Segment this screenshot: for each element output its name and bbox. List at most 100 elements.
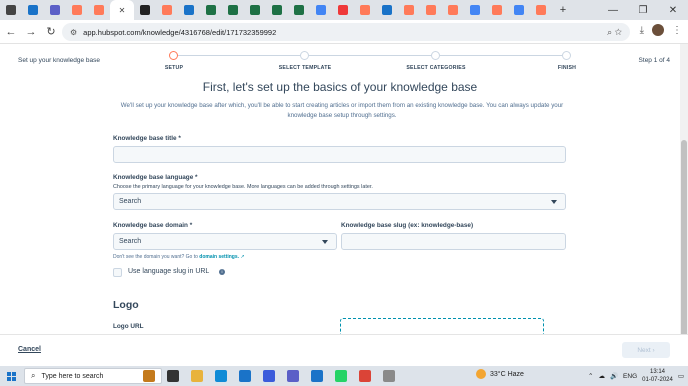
app-icon[interactable] (383, 370, 395, 382)
browser-tab[interactable] (88, 0, 110, 20)
close-icon[interactable]: ✕ (119, 6, 126, 15)
excel-icon (250, 5, 260, 15)
briefcase-icon[interactable] (143, 370, 155, 382)
step-connector (440, 55, 562, 56)
forward-icon[interactable]: → (22, 26, 40, 38)
browser-tab[interactable] (222, 0, 244, 20)
browser-tab[interactable] (244, 0, 266, 20)
system-tray: ⌃ ☁ 🔊 ENG 13:14 01-07-2024 ▭ (588, 366, 684, 386)
clock[interactable]: 13:14 01-07-2024 (642, 368, 673, 384)
browser-tab[interactable] (22, 0, 44, 20)
download-icon[interactable]: ⤓ (640, 25, 644, 36)
info-icon[interactable]: i (219, 269, 225, 275)
browser-tab[interactable] (134, 0, 156, 20)
network-icon[interactable]: ☁ (598, 372, 605, 380)
hubspot-icon (536, 5, 546, 15)
language-slug-checkbox[interactable] (113, 268, 122, 277)
url-text: app.hubspot.com/knowledge/4316768/edit/1… (83, 27, 277, 37)
page-scrollbar[interactable] (680, 44, 688, 370)
slug-field[interactable] (341, 233, 566, 250)
back-icon[interactable]: ← (2, 26, 20, 38)
weather-icon (476, 369, 486, 379)
zoom-icon[interactable]: ⌕ ☆ (607, 27, 622, 38)
clock-date: 01-07-2024 (642, 377, 673, 383)
browser-tab[interactable]: ✕ (110, 0, 134, 20)
domain-help-text: Don't see the domain you want? Go to (113, 254, 198, 260)
external-link-icon: ↗ (240, 254, 245, 260)
app-icon[interactable] (263, 370, 275, 382)
step-indicator-setup (169, 51, 178, 60)
site-info-icon[interactable]: ⚙ (70, 28, 77, 37)
language-select[interactable]: Search (113, 193, 566, 210)
teams-icon[interactable] (287, 370, 299, 382)
browser-tab[interactable] (66, 0, 88, 20)
address-bar[interactable]: ⚙ app.hubspot.com/knowledge/4316768/edit… (62, 23, 630, 41)
language-label: Knowledge base language * (113, 174, 198, 181)
start-button[interactable] (0, 366, 22, 386)
clock-time: 13:14 (649, 369, 665, 375)
teams-icon (50, 5, 60, 15)
new-tab-button[interactable]: + (552, 0, 574, 20)
maximize-button[interactable]: ❐ (628, 5, 658, 16)
taskbar-search[interactable]: ⌕ Type here to search (24, 368, 162, 384)
outlook-icon[interactable] (311, 370, 323, 382)
avatar[interactable] (652, 24, 664, 36)
file-explorer-icon[interactable] (191, 370, 203, 382)
chevron-up-icon[interactable]: ⌃ (588, 372, 593, 380)
close-window-button[interactable]: ✕ (658, 5, 688, 16)
whatsapp-icon[interactable] (335, 370, 347, 382)
step-indicator-finish (562, 51, 571, 60)
browser-tab[interactable] (178, 0, 200, 20)
volume-icon[interactable]: 🔊 (610, 372, 618, 380)
browser-tab[interactable] (156, 0, 178, 20)
browser-tab[interactable] (288, 0, 310, 20)
hubspot-icon (94, 5, 104, 15)
browser-tab[interactable] (44, 0, 66, 20)
edge-icon[interactable] (215, 370, 227, 382)
title-field[interactable] (113, 146, 566, 163)
domain-settings-link[interactable]: domain settings. (199, 254, 239, 260)
language-help: Choose the primary language for your kno… (113, 184, 373, 190)
domain-select-value: Search (119, 238, 142, 245)
browser-tab[interactable] (0, 0, 22, 20)
browser-tab[interactable] (332, 0, 354, 20)
hubspot-icon (72, 5, 82, 15)
taskbar: ⌕ Type here to search 33°C Haze ⌃ ☁ 🔊 EN… (0, 366, 688, 386)
browser-tab[interactable] (530, 0, 552, 20)
step-indicator-template (300, 51, 309, 60)
mail-icon[interactable] (239, 370, 251, 382)
hubspot-icon (492, 5, 502, 15)
browser-tab[interactable] (398, 0, 420, 20)
domain-select[interactable]: Search (113, 233, 337, 250)
step-indicator-categories (431, 51, 440, 60)
language-indicator[interactable]: ENG (623, 373, 637, 380)
minimize-button[interactable]: — (598, 5, 628, 16)
step-connector (309, 55, 431, 56)
browser-tab[interactable] (310, 0, 332, 20)
step-label-categories: SELECT CATEGORIES (406, 65, 466, 71)
browser-tab[interactable] (464, 0, 486, 20)
browser-tab[interactable] (420, 0, 442, 20)
browser-tab[interactable] (266, 0, 288, 20)
browser-toolbar: ← → ↻ ⚙ app.hubspot.com/knowledge/431676… (0, 20, 688, 44)
kebab-menu-icon[interactable]: ⋮ (672, 25, 682, 36)
reload-icon[interactable]: ↻ (42, 25, 60, 38)
task-view-icon[interactable] (167, 370, 179, 382)
domain-help: Don't see the domain you want? Go to dom… (113, 254, 245, 260)
browser-tab[interactable] (508, 0, 530, 20)
browser-tab[interactable] (442, 0, 464, 20)
search-icon: ⌕ (31, 371, 36, 380)
cancel-button[interactable]: Cancel (18, 346, 41, 353)
browser-tab[interactable] (200, 0, 222, 20)
weather-widget[interactable]: 33°C Haze (476, 369, 524, 379)
browser-tab[interactable] (376, 0, 398, 20)
browser-tab[interactable] (354, 0, 376, 20)
browser-tab[interactable] (486, 0, 508, 20)
chrome-icon[interactable] (359, 370, 371, 382)
wizard-title: Set up your knowledge base (18, 57, 101, 64)
chevron-down-icon (551, 200, 557, 204)
next-button[interactable]: Next › (622, 342, 670, 358)
language-select-value: Search (119, 198, 142, 205)
notification-icon[interactable]: ▭ (678, 372, 684, 380)
step-label-setup: SETUP (164, 65, 184, 71)
